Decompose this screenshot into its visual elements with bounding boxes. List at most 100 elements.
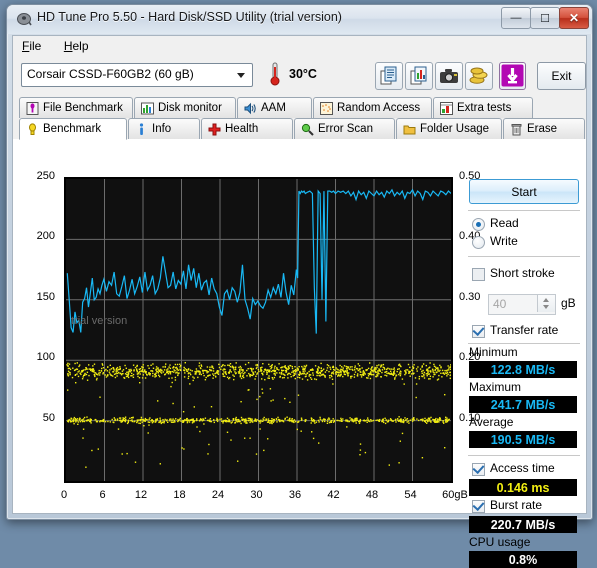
x-tick-label: 36 [280, 489, 310, 501]
tab-disk-monitor[interactable]: Disk monitor [134, 97, 236, 118]
cpu-usage-value: 0.8% [469, 551, 577, 568]
x-tick-label: 18 [165, 489, 195, 501]
radio-write[interactable] [472, 236, 485, 249]
checkbox-transfer-rate[interactable] [472, 325, 485, 338]
average-value: 190.5 MB/s [469, 431, 577, 448]
y-tick-label: 200 [25, 230, 55, 242]
tab-bar: File Benchmark Disk monitor AAM Random A… [12, 96, 587, 140]
tab-random-access[interactable]: Random Access [313, 97, 432, 118]
info-icon [135, 123, 148, 136]
drive-select[interactable]: Corsair CSSD-F60GB2 (60 gB) [21, 63, 253, 87]
aam-speaker-icon [244, 102, 257, 115]
menu-bar: File Help [12, 35, 587, 58]
tab-erase[interactable]: Erase [503, 118, 585, 139]
tab-row-secondary: File Benchmark Disk monitor AAM Random A… [19, 97, 582, 119]
minimum-value: 122.8 MB/s [469, 361, 577, 378]
tab-label: Erase [527, 123, 557, 135]
x-tick-label: 48 [357, 489, 387, 501]
window-title: HD Tune Pro 5.50 - Hard Disk/SSD Utility… [37, 10, 342, 24]
checkbox-burst-rate[interactable] [472, 500, 485, 513]
tab-label: Extra tests [457, 102, 511, 114]
erase-trash-icon [510, 123, 523, 136]
tab-label: Benchmark [43, 123, 101, 135]
benchmark-panel: MB/s ms 50100150200250 0.100.200.300.400… [12, 139, 587, 514]
x-tick-label: 42 [319, 489, 349, 501]
trial-watermark: trial version [71, 315, 127, 327]
radio-read[interactable] [472, 218, 485, 231]
stepper-down-icon [543, 305, 549, 309]
health-cross-icon [208, 123, 221, 136]
close-button[interactable]: ✕ [559, 7, 589, 29]
minimize-icon: — [502, 8, 530, 28]
x-tick-label: 12 [126, 489, 156, 501]
tab-file-benchmark[interactable]: File Benchmark [19, 97, 133, 118]
tab-label: Health [225, 123, 258, 135]
benchmark-bulb-icon [26, 123, 39, 136]
access-time-value: 0.146 ms [469, 479, 577, 496]
burst-rate-value: 220.7 MB/s [469, 516, 577, 533]
x-tick-label: 0 [49, 489, 79, 501]
tab-label: File Benchmark [43, 102, 123, 114]
tab-extra-tests[interactable]: Extra tests [433, 97, 533, 118]
screenshot-button[interactable] [435, 62, 463, 90]
folder-usage-icon [403, 123, 416, 136]
chart-plot-area [64, 177, 453, 483]
exit-label: Exit [551, 69, 571, 83]
file-benchmark-icon [26, 102, 39, 115]
y-tick-label: 100 [25, 351, 55, 363]
disk-monitor-icon [141, 102, 154, 115]
x-tick-label: 24 [203, 489, 233, 501]
title-bar: HD Tune Pro 5.50 - Hard Disk/SSD Utility… [7, 5, 592, 34]
chevron-down-icon [237, 73, 245, 78]
save-button[interactable] [499, 62, 526, 90]
start-button[interactable]: Start [469, 179, 579, 204]
exit-button[interactable]: Exit [537, 62, 586, 90]
copy-graph-button[interactable] [405, 62, 433, 90]
short-stroke-unit: gB [561, 296, 576, 310]
access-time-label: Access time [490, 461, 555, 475]
average-label: Average [469, 415, 513, 429]
tab-label: Disk monitor [158, 102, 222, 114]
x-tick-label: 30 [242, 489, 272, 501]
maximize-button[interactable]: ☐ [530, 7, 560, 29]
gold-coins-icon [466, 63, 492, 89]
menu-help-rest: elp [72, 39, 88, 53]
tab-info[interactable]: Info [128, 118, 200, 139]
tab-health[interactable]: Health [201, 118, 293, 139]
maximum-label: Maximum [469, 380, 521, 394]
y-tick-label: 50 [25, 412, 55, 424]
app-icon [16, 11, 32, 27]
short-stroke-stepper[interactable] [537, 295, 555, 312]
x-tick-label: 6 [88, 489, 118, 501]
y-tick-label: 150 [25, 291, 55, 303]
minimize-button[interactable]: — [501, 7, 531, 29]
tab-aam[interactable]: AAM [237, 97, 312, 118]
tab-benchmark[interactable]: Benchmark [19, 118, 127, 140]
toolbar: Corsair CSSD-F60GB2 (60 gB) 30°C [12, 56, 587, 96]
thermometer-icon [269, 62, 281, 86]
chart-canvas [66, 179, 451, 481]
checkbox-access-time[interactable] [472, 463, 485, 476]
tab-error-scan[interactable]: Error Scan [294, 118, 395, 139]
copy-icon [376, 63, 402, 89]
random-access-icon [320, 102, 333, 115]
tab-label: Random Access [337, 102, 420, 114]
y-tick-label: 250 [25, 170, 55, 182]
copy-graph-icon [406, 63, 432, 89]
tab-label: Error Scan [318, 123, 373, 135]
short-stroke-value: 40 [493, 297, 506, 311]
copy-button[interactable] [375, 62, 403, 90]
minimum-label: Minimum [469, 345, 518, 359]
register-button[interactable] [465, 62, 493, 90]
short-stroke-input[interactable]: 40 [488, 294, 556, 315]
extra-tests-icon [440, 102, 453, 115]
close-icon: ✕ [560, 8, 588, 28]
tab-folder-usage[interactable]: Folder Usage [396, 118, 502, 139]
burst-rate-label: Burst rate [490, 498, 542, 512]
checkbox-short-stroke[interactable] [472, 268, 485, 281]
menu-item-help[interactable]: Help [55, 36, 98, 56]
menu-item-file[interactable]: File [13, 36, 50, 56]
transfer-rate-label: Transfer rate [490, 323, 558, 337]
error-scan-magnifier-icon [301, 123, 314, 136]
cpu-usage-label: CPU usage [469, 535, 530, 549]
